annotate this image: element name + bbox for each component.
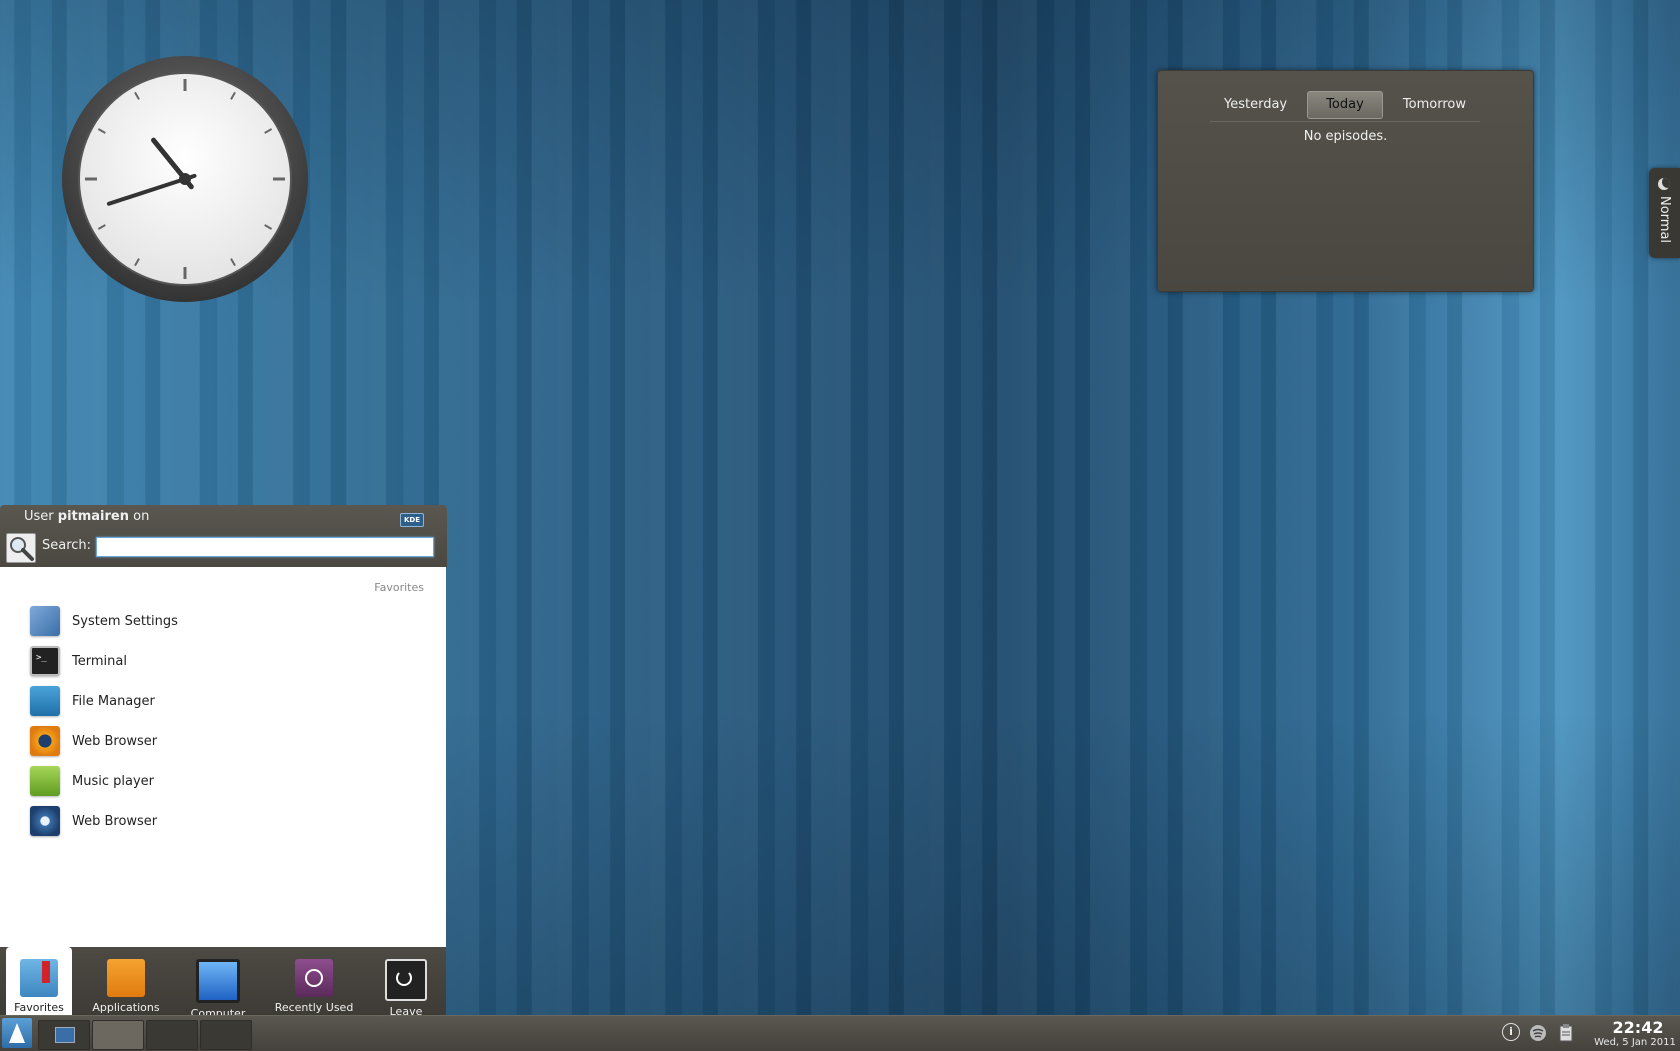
window-thumbnail [55,1027,75,1043]
tab-tomorrow[interactable]: Tomorrow [1389,91,1480,119]
favorites-list: System Settings Terminal File Manager We… [30,601,430,841]
section-label-favorites: Favorites [374,581,424,594]
favorites-bookmark-icon [20,959,58,997]
tv-episodes-widget: Yesterday Today Tomorrow No episodes. [1157,70,1534,292]
pager-desktop-3[interactable] [146,1020,198,1050]
activity-toolbox-tab[interactable]: Normal [1649,168,1680,258]
favorite-system-settings[interactable]: System Settings [30,601,430,641]
leave-power-icon [385,959,427,1001]
user-prefix: User [24,509,58,524]
launcher-header: User pitmairen on KDE Search: [0,505,447,567]
kde-logo-icon: KDE [400,513,424,527]
tab-today[interactable]: Today [1307,91,1383,119]
launcher-content: Favorites System Settings Terminal File … [0,567,446,947]
recently-used-icon [295,959,333,997]
episodes-day-tabs: Yesterday Today Tomorrow [1210,91,1480,122]
favorite-label: Music player [72,773,154,789]
episodes-empty-message: No episodes. [1303,129,1388,144]
pager-desktop-1[interactable] [38,1020,90,1050]
tab-label: Applications [92,1001,160,1014]
taskbar-panel: i 22:42 Wed, 5 Jan 2011 [0,1015,1680,1051]
tab-yesterday[interactable]: Yesterday [1210,91,1301,119]
digital-clock-time[interactable]: 22:42 [1598,1018,1678,1037]
network-icon[interactable] [1528,1023,1548,1043]
info-icon[interactable]: i [1502,1023,1520,1041]
tab-favorites[interactable]: Favorites [6,947,72,1015]
favorite-file-manager[interactable]: File Manager [30,681,430,721]
activity-label: Normal [1657,196,1672,244]
pager-desktop-4[interactable] [200,1020,252,1050]
web-browser-globe-icon [30,806,60,836]
clipboard-icon[interactable] [1556,1023,1576,1043]
tab-computer[interactable]: Computer [182,947,254,1020]
moon-icon [1658,178,1670,190]
favorite-label: File Manager [72,693,155,709]
tab-label: Favorites [14,1001,64,1014]
favorite-music-player[interactable]: Music player [30,761,430,801]
launcher-tab-bar: Favorites Applications Computer Recently… [0,947,446,1020]
favorite-web-browser-1[interactable]: Web Browser [30,721,430,761]
wrench-settings-icon [30,606,60,636]
tab-leave[interactable]: Leave [378,947,434,1018]
tab-applications[interactable]: Applications [86,947,166,1015]
favorite-label: Web Browser [72,733,158,749]
system-tray: i [1502,1023,1576,1043]
tab-label: Recently Used [274,1001,354,1014]
file-manager-icon [30,686,60,716]
username: pitmairen [57,509,129,524]
application-launcher-button[interactable] [2,1018,32,1048]
computer-icon [196,959,240,1003]
application-launcher-menu: User pitmairen on KDE Search: Favorites … [0,505,447,1020]
favorite-label: System Settings [72,613,178,629]
analog-clock-widget[interactable] [60,54,310,304]
applications-icon [107,959,145,997]
search-input[interactable] [96,537,434,557]
digital-clock-date: Wed, 5 Jan 2011 [1594,1037,1676,1048]
user-suffix: on [129,509,150,524]
favorite-label: Web Browser [72,813,158,829]
web-browser-eye-icon [30,726,60,756]
terminal-icon [30,646,60,676]
user-line: User pitmairen on [24,509,149,524]
clock-face [62,56,308,302]
favorite-web-browser-2[interactable]: Web Browser [30,801,430,841]
search-label: Search: [42,538,92,553]
pager-desktop-2[interactable] [92,1020,144,1050]
search-icon [6,533,36,563]
favorite-label: Terminal [72,653,127,669]
tab-recently-used[interactable]: Recently Used [268,947,360,1015]
spotify-icon [30,766,60,796]
favorite-terminal[interactable]: Terminal [30,641,430,681]
